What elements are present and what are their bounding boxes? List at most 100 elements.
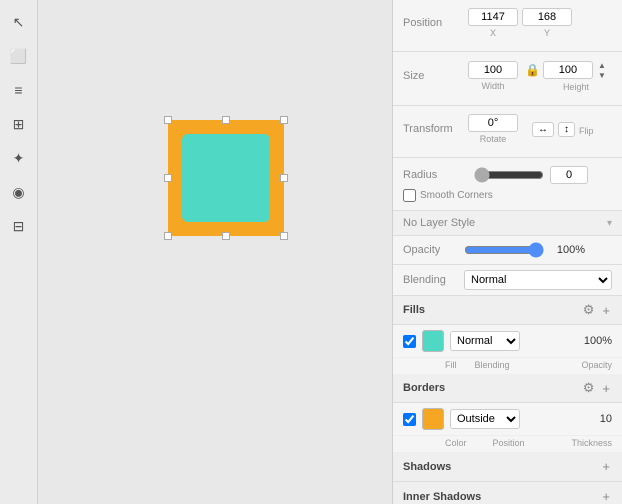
smooth-corners-checkbox[interactable]	[403, 189, 416, 202]
width-input[interactable]	[468, 61, 518, 79]
flip-label: Flip	[579, 126, 594, 136]
opacity-label: Opacity	[403, 244, 458, 256]
blending-row: Blending Normal Multiply Screen Overlay	[393, 265, 622, 296]
handle-bot-left[interactable]	[164, 232, 172, 240]
border-item-row: Outside Inside Center 10	[393, 403, 622, 436]
fill-col-fill: Fill	[445, 360, 457, 370]
canvas[interactable]	[38, 0, 392, 504]
handle-top-right[interactable]	[280, 116, 288, 124]
x-label: X	[490, 28, 496, 38]
position-label: Position	[403, 17, 468, 29]
size-label: Size	[403, 70, 468, 82]
grid-tool-btn[interactable]: ⊞	[5, 110, 33, 138]
handle-top-mid[interactable]	[222, 116, 230, 124]
align-tool-btn[interactable]: ≡	[5, 76, 33, 104]
shape-tool-btn[interactable]: ⬜	[5, 42, 33, 70]
layer-style-row[interactable]: No Layer Style ▾	[393, 211, 622, 236]
height-up-btn[interactable]: ▲	[595, 60, 609, 70]
fill-color-swatch[interactable]	[422, 330, 444, 352]
fills-add-icon[interactable]: +	[600, 303, 612, 318]
size-section: Size Width 🔒 ▲ ▼ Height	[393, 52, 622, 106]
border-enabled-checkbox[interactable]	[403, 413, 416, 426]
transform-label: Transform	[403, 123, 468, 135]
height-label: Height	[563, 82, 589, 92]
shadows-add-icon[interactable]: +	[600, 459, 612, 474]
flip-v-btn[interactable]: ↕	[558, 122, 575, 137]
layer-style-label: No Layer Style	[403, 217, 475, 229]
opacity-slider[interactable]	[464, 242, 544, 258]
fill-enabled-checkbox[interactable]	[403, 335, 416, 348]
outer-rect-shape[interactable]	[168, 120, 284, 236]
radius-section: Radius Smooth Corners	[393, 158, 622, 211]
lock-icon[interactable]: 🔒	[525, 63, 540, 77]
fill-col-blending: Blending	[475, 360, 510, 370]
rotate-label: Rotate	[480, 134, 507, 144]
handle-top-left[interactable]	[164, 116, 172, 124]
borders-settings-icon[interactable]: ⚙	[581, 380, 597, 396]
shadows-section-header: Shadows +	[393, 452, 622, 482]
x-input[interactable]	[468, 8, 518, 26]
handle-mid-left[interactable]	[164, 174, 172, 182]
fill-col-opacity: Opacity	[581, 360, 612, 370]
opacity-row: Opacity 100%	[393, 236, 622, 265]
shape-container	[168, 120, 284, 236]
handle-bot-right[interactable]	[280, 232, 288, 240]
height-input-group: ▲ ▼ Height	[543, 60, 609, 92]
opacity-value: 100%	[550, 244, 585, 256]
fill-blending-select[interactable]: Normal	[450, 331, 520, 351]
fill-col-labels: Fill Blending Opacity	[393, 358, 622, 374]
transform-section: Transform Rotate ↔ ↕ Flip	[393, 106, 622, 158]
inner-rect-shape	[182, 134, 270, 222]
right-panel: Position X Y Size Width 🔒	[392, 0, 622, 504]
radius-slider[interactable]	[474, 167, 544, 183]
inner-shadows-add-icon[interactable]: +	[600, 489, 612, 504]
fills-actions: ⚙ +	[581, 302, 612, 318]
handle-bot-mid[interactable]	[222, 232, 230, 240]
border-col-labels: Color Position Thickness	[393, 436, 622, 452]
fill-item-row: Normal 100%	[393, 325, 622, 358]
border-col-thickness: Thickness	[571, 438, 612, 448]
border-col-color: Color	[445, 438, 467, 448]
flip-h-btn[interactable]: ↔	[532, 122, 554, 137]
borders-actions: ⚙ +	[581, 380, 612, 396]
borders-section-header: Borders ⚙ +	[393, 374, 622, 403]
radius-label: Radius	[403, 169, 468, 181]
fills-section-header: Fills ⚙ +	[393, 296, 622, 325]
toolbar: ↖ ⬜ ≡ ⊞ ✦ ◉ ⊟	[0, 0, 38, 504]
smooth-corners-label: Smooth Corners	[420, 190, 493, 201]
border-thickness-value: 10	[600, 413, 612, 425]
handle-mid-right[interactable]	[280, 174, 288, 182]
circle-tool-btn[interactable]: ◉	[5, 178, 33, 206]
blending-label: Blending	[403, 274, 458, 286]
height-down-btn[interactable]: ▼	[595, 70, 609, 80]
borders-label: Borders	[403, 382, 445, 394]
inner-shadows-label: Inner Shadows	[403, 491, 481, 503]
rotate-input[interactable]	[468, 114, 518, 132]
fill-opacity-value: 100%	[584, 335, 612, 347]
move-tool-btn[interactable]: ↖	[5, 8, 33, 36]
shadows-label: Shadows	[403, 461, 451, 473]
width-input-group: Width	[468, 61, 518, 91]
layout-tool-btn[interactable]: ⊟	[5, 212, 33, 240]
layer-style-chevron: ▾	[607, 218, 612, 229]
smooth-corners-row: Smooth Corners	[403, 189, 612, 202]
star-tool-btn[interactable]: ✦	[5, 144, 33, 172]
radius-row: Radius	[403, 166, 612, 184]
radius-input[interactable]	[550, 166, 588, 184]
rotate-input-group: Rotate	[468, 114, 518, 144]
position-section: Position X Y	[393, 0, 622, 52]
width-label: Width	[481, 81, 504, 91]
border-color-swatch[interactable]	[422, 408, 444, 430]
border-position-select[interactable]: Outside Inside Center	[450, 409, 520, 429]
y-input-group: Y	[522, 8, 572, 38]
height-stepper: ▲ ▼	[595, 60, 609, 80]
border-col-position: Position	[493, 438, 525, 448]
x-input-group: X	[468, 8, 518, 38]
height-input[interactable]	[543, 61, 593, 79]
y-input[interactable]	[522, 8, 572, 26]
fills-settings-icon[interactable]: ⚙	[581, 302, 597, 318]
borders-add-icon[interactable]: +	[600, 381, 612, 396]
blending-select[interactable]: Normal Multiply Screen Overlay	[464, 270, 612, 290]
y-label: Y	[544, 28, 550, 38]
inner-shadows-section-header: Inner Shadows +	[393, 482, 622, 504]
